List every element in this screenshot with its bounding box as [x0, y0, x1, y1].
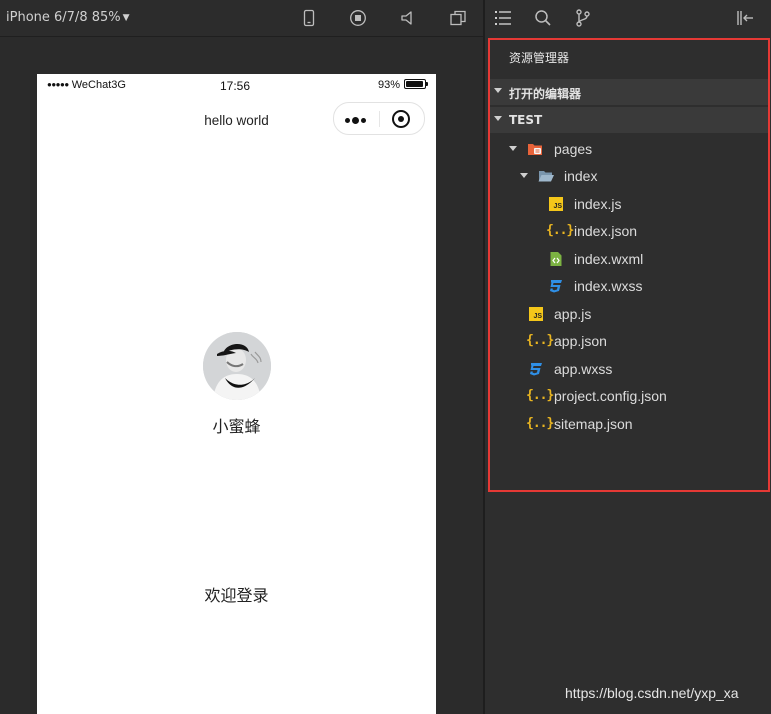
explorer-pane: 资源管理器 打开的编辑器 TEST pages index JS index.j…: [485, 0, 771, 714]
capsule-divider: [379, 111, 380, 127]
tree-item-label: index.js: [574, 196, 622, 212]
collapse-panel-icon[interactable]: [735, 8, 755, 28]
record-icon[interactable]: [349, 9, 367, 27]
simulator-pane: iPhone 6/7/8 85% ▼ ●●●●● WeChat3G 17:56 9…: [0, 0, 483, 714]
search-icon[interactable]: [533, 8, 553, 28]
tree-item-index-wxml[interactable]: index.wxml: [490, 246, 768, 272]
list-icon[interactable]: [493, 8, 513, 28]
js-file-icon: JS: [528, 306, 544, 322]
device-label: iPhone 6/7/8 85%: [6, 10, 121, 25]
json-file-icon: {..}: [526, 416, 554, 431]
tree-item-index-json[interactable]: {..} index.json: [490, 218, 768, 244]
section-project[interactable]: TEST: [490, 107, 768, 133]
tree-item-app-json[interactable]: {..} app.json: [490, 328, 768, 354]
tree-item-app-js[interactable]: JS app.js: [490, 301, 768, 327]
json-file-icon: {..}: [526, 333, 554, 348]
chevron-down-icon: [520, 173, 528, 178]
tree-item-label: index.wxss: [574, 278, 643, 294]
tree-item-label: app.js: [554, 306, 592, 322]
nickname: 小蜜蜂: [212, 417, 261, 436]
battery-icon: [404, 79, 428, 90]
phone-icon[interactable]: [300, 9, 318, 27]
tree-item-label: index.wxml: [574, 251, 644, 267]
wxss-file-icon: [548, 278, 564, 294]
tree-item-label: index: [564, 168, 598, 184]
tree-item-pages[interactable]: pages: [490, 136, 768, 162]
menu-capsule: [333, 102, 425, 135]
tree-item-label: app.json: [554, 333, 607, 349]
wxml-file-icon: [548, 251, 564, 267]
tree-item-label: sitemap.json: [554, 416, 633, 432]
windows-icon[interactable]: [449, 9, 467, 27]
explorer-title: 资源管理器: [509, 51, 570, 65]
tree-item-app-wxss[interactable]: app.wxss: [490, 356, 768, 382]
tree-item-index-wxss[interactable]: index.wxss: [490, 273, 768, 299]
close-mini-program-icon[interactable]: [392, 110, 410, 128]
js-file-icon: JS: [548, 196, 564, 212]
section-open-editors[interactable]: 打开的编辑器: [490, 79, 768, 105]
welcome-login-text[interactable]: 欢迎登录: [37, 582, 436, 606]
device-select[interactable]: iPhone 6/7/8 85% ▼: [6, 9, 130, 28]
status-time: 17:56: [220, 79, 251, 93]
simulator-toolbar: iPhone 6/7/8 85% ▼: [0, 0, 483, 37]
status-bar: ●●●●● WeChat3G 17:56 93%: [37, 74, 436, 96]
explorer-toolbar: [485, 0, 771, 36]
carrier-label: WeChat3G: [71, 79, 126, 91]
tree-item-index-folder[interactable]: index: [490, 163, 768, 189]
signal-indicator: ●●●●● WeChat3G: [47, 79, 126, 91]
folder-open-icon: [538, 168, 554, 184]
tree-item-sitemap-json[interactable]: {..} sitemap.json: [490, 411, 768, 437]
signal-dots-icon: ●●●●●: [47, 80, 69, 89]
chevron-down-icon: [494, 116, 502, 121]
tree-item-label: index.json: [574, 223, 638, 239]
section-label: 打开的编辑器: [509, 87, 582, 101]
tree-item-index-js[interactable]: JS index.js: [490, 191, 768, 217]
battery-indicator: 93%: [377, 79, 428, 91]
json-file-icon: {..}: [546, 223, 574, 238]
watermark: https://blog.csdn.net/yxp_xa: [565, 685, 739, 701]
branch-icon[interactable]: [573, 8, 593, 28]
folder-pages-icon: [527, 141, 543, 157]
caret-down-icon: ▼: [122, 13, 130, 23]
tree-item-label: app.wxss: [554, 361, 613, 377]
wxss-file-icon: [528, 361, 544, 377]
chevron-down-icon: [494, 88, 502, 93]
battery-percent: 93%: [377, 79, 400, 91]
tree-item-label: pages: [554, 141, 593, 157]
navigation-bar: hello world: [37, 100, 436, 140]
json-file-icon: {..}: [526, 388, 554, 403]
tree-item-project-config-json[interactable]: {..} project.config.json: [490, 383, 768, 409]
chevron-down-icon: [509, 146, 517, 151]
volume-icon[interactable]: [399, 9, 417, 27]
tree-item-label: project.config.json: [554, 388, 667, 404]
avatar[interactable]: [203, 332, 271, 400]
section-label: TEST: [509, 113, 543, 127]
phone-screen: ●●●●● WeChat3G 17:56 93% hello world 小蜜蜂…: [37, 74, 436, 714]
